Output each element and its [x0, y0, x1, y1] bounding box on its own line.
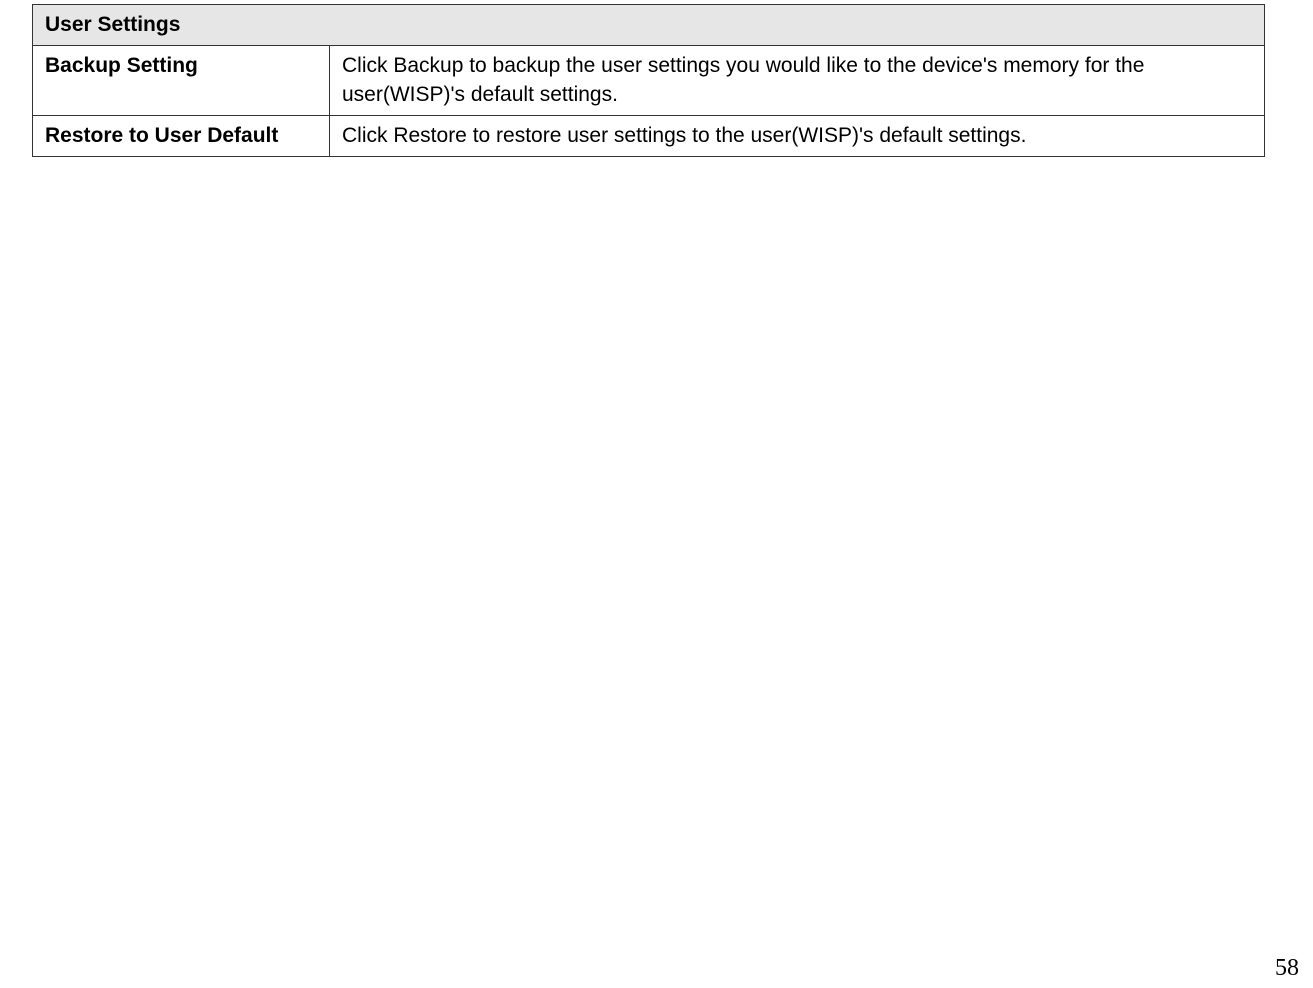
settings-table: User Settings Backup Setting Click Backu…: [32, 4, 1265, 157]
setting-label: Restore to User Default: [33, 116, 330, 157]
setting-description: Click Backup to backup the user settings…: [330, 46, 1265, 116]
setting-label: Backup Setting: [33, 46, 330, 116]
setting-description: Click Restore to restore user settings t…: [330, 116, 1265, 157]
table-row: Restore to User Default Click Restore to…: [33, 116, 1265, 157]
table-section-header-row: User Settings: [33, 5, 1265, 46]
page-number: 58: [1275, 955, 1299, 982]
document-page: User Settings Backup Setting Click Backu…: [0, 0, 1313, 988]
table-section-header: User Settings: [33, 5, 1265, 46]
table-row: Backup Setting Click Backup to backup th…: [33, 46, 1265, 116]
